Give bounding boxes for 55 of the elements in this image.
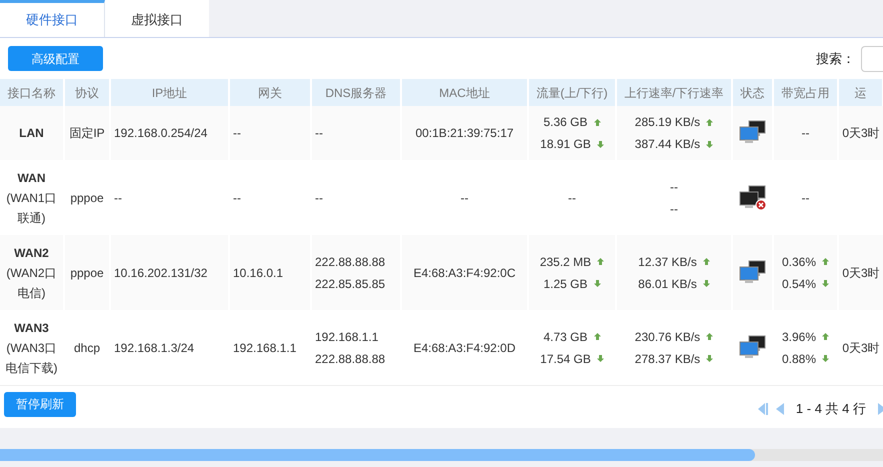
- disconnected-computers-icon: [738, 184, 766, 210]
- advanced-config-button[interactable]: 高级配置: [8, 46, 103, 71]
- next-page-icon[interactable]: [878, 403, 883, 415]
- tab[interactable]: 虚拟接口: [105, 0, 209, 37]
- uptime-value: 0天3时: [842, 340, 880, 354]
- dns-server: --: [315, 190, 324, 206]
- bandwidth-value: 0.88%: [782, 350, 816, 368]
- pause-refresh-button[interactable]: 暂停刷新: [4, 392, 76, 416]
- interface-description: (WAN1口联通): [5, 190, 58, 226]
- rate-value: 86.01 KB/s: [638, 276, 697, 292]
- dns-server: 222.88.88.88: [315, 254, 386, 270]
- rate-value: --: [670, 200, 678, 218]
- interface-description: (WAN3口电信下载): [4, 340, 58, 376]
- rate-value: 278.37 KB/s: [634, 350, 700, 368]
- rate-value: 285.19 KB/s: [634, 114, 700, 131]
- uptime-value: 0天3时: [842, 266, 880, 280]
- pagination-info: 1 - 4 共 4 行: [796, 400, 866, 418]
- uptime-value: 0天3时: [842, 126, 880, 140]
- tab[interactable]: 硬件接口: [0, 0, 105, 37]
- connected-computers-icon: [738, 260, 766, 286]
- dns-server: 192.168.1.1: [315, 328, 380, 346]
- dns-server: 222.85.85.85: [315, 276, 386, 292]
- rate-value: 12.37 KB/s: [638, 254, 697, 270]
- traffic-value: 5.36 GB: [543, 114, 588, 131]
- traffic-value: 4.73 GB: [543, 328, 588, 346]
- rate-value: 230.76 KB/s: [634, 328, 700, 346]
- search-field[interactable]: [861, 46, 883, 72]
- rate-value: 387.44 KB/s: [634, 136, 700, 153]
- connected-computers-icon: [738, 334, 766, 360]
- interface-description: (WAN2口电信): [5, 264, 58, 302]
- interface-name: LAN: [19, 125, 44, 142]
- table-cell: dhcp: [64, 310, 110, 385]
- bandwidth-value: --: [802, 190, 810, 206]
- traffic-value: 1.25 GB: [543, 276, 588, 292]
- bandwidth-value: 0.54%: [782, 276, 816, 292]
- table-cell: 192.168.1.1: [229, 310, 311, 385]
- dns-server: --: [315, 125, 324, 142]
- previous-page-icon[interactable]: [776, 403, 784, 415]
- bandwidth-value: 0.36%: [782, 254, 816, 270]
- interface-name: WAN2: [14, 244, 49, 262]
- dns-server: 222.88.88.88: [315, 350, 386, 368]
- traffic-value: 17.54 GB: [540, 350, 591, 368]
- search-label: 搜索：: [816, 50, 855, 68]
- traffic-value: --: [568, 190, 576, 206]
- table-cell: 192.168.1.3/24: [110, 310, 229, 385]
- interface-name: WAN: [18, 170, 46, 186]
- interface-name: WAN3: [14, 320, 49, 336]
- first-page-icon[interactable]: [758, 403, 768, 415]
- bandwidth-value: 3.96%: [782, 328, 816, 346]
- connected-computers-icon: [738, 120, 766, 146]
- bandwidth-value: --: [802, 125, 810, 142]
- traffic-value: 235.2 MB: [540, 254, 592, 270]
- rate-value: --: [670, 178, 678, 196]
- traffic-value: 18.91 GB: [540, 136, 591, 153]
- table-cell: E4:68:A3:F4:92:0D: [401, 310, 528, 385]
